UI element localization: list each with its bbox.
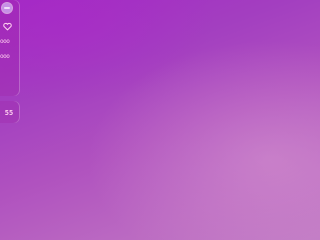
dock-item-label[interactable]: ooo <box>0 39 14 45</box>
heart-icon[interactable] <box>3 22 12 31</box>
desktop-background: { "sidebar": { "items": [ { "icon": "ava… <box>0 0 320 240</box>
widget-badge: 55 <box>4 109 14 117</box>
dock-widget[interactable]: 55 <box>0 101 20 123</box>
avatar-icon[interactable] <box>2 3 12 13</box>
dock-item-label[interactable]: ooo <box>0 54 14 60</box>
left-dock-panel: ooo ooo <box>0 0 20 96</box>
